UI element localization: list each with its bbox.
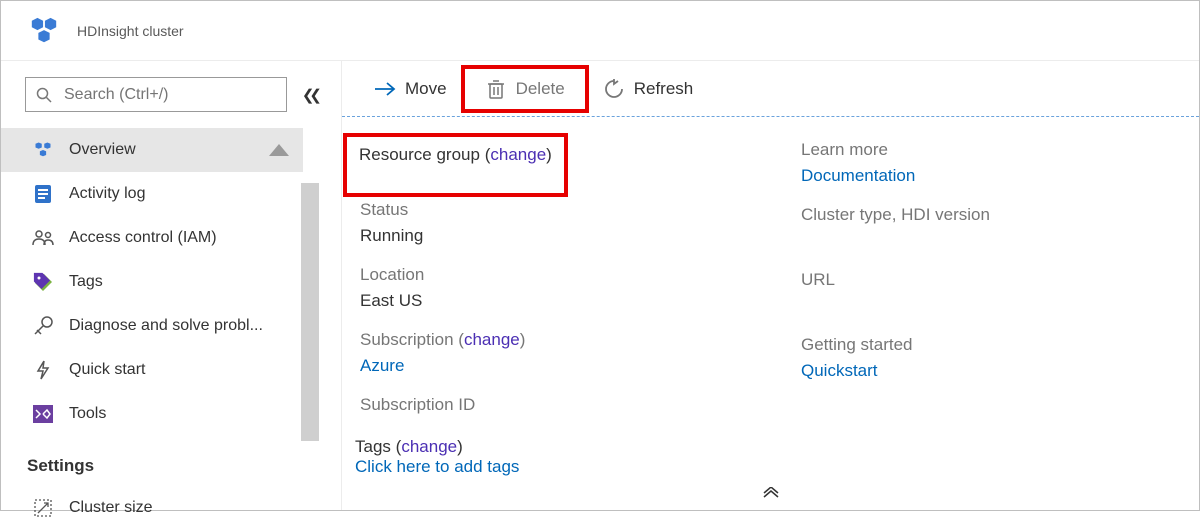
subscription-id-label: Subscription ID [360,392,771,418]
toolbar: Move Delete Refresh [342,61,1199,116]
status-label: Status [360,197,771,223]
sidebar-item-label: Access control (IAM) [69,229,217,247]
app-header: HDInsight cluster [1,1,1199,61]
add-tags-link[interactable]: Click here to add tags [355,457,1199,477]
refresh-label: Refresh [634,79,694,99]
subscription-change-link[interactable]: change [464,330,520,349]
search-input[interactable] [25,77,287,112]
location-value: East US [360,288,771,314]
nav-list: Overview Activity log Access control (IA… [1,128,303,530]
sidebar-item-overview[interactable]: Overview [1,128,303,172]
hdinsight-logo-icon [29,16,59,46]
overview-content: Resource group (change) Status Running L… [342,116,1199,510]
trash-icon [485,78,507,100]
diagnose-icon [31,314,55,338]
sidebar-item-tools[interactable]: Tools [1,392,303,436]
tags-change-link[interactable]: change [401,437,457,456]
move-label: Move [405,79,447,99]
documentation-link[interactable]: Documentation [801,163,990,189]
move-icon [374,78,396,100]
delete-highlight: Delete [461,65,589,113]
sidebar-item-access-control[interactable]: Access control (IAM) [1,216,303,260]
sidebar-item-diagnose[interactable]: Diagnose and solve probl... [1,304,303,348]
collapse-sidebar-icon[interactable]: ❮❮ [295,86,317,104]
status-value: Running [360,223,771,249]
refresh-icon [603,78,625,100]
resource-group-change-link[interactable]: change [490,145,546,164]
sidebar-item-label: Activity log [69,185,145,203]
url-label: URL [801,267,990,293]
sidebar-item-label: Overview [69,141,136,159]
search-icon [36,86,54,104]
delete-button[interactable]: Delete [473,69,577,109]
quickstart-link[interactable]: Quickstart [801,358,990,384]
sidebar-item-label: Quick start [69,361,145,379]
search-field[interactable] [64,86,276,104]
window: HDInsight cluster ❮❮ [0,0,1200,511]
sidebar-item-quick-start[interactable]: Quick start [1,348,303,392]
sidebar-item-tags[interactable]: Tags [1,260,303,304]
overview-icon [31,138,55,162]
collapse-details-icon[interactable] [762,487,780,502]
activity-log-icon [31,182,55,206]
resource-group-highlight: Resource group (change) [343,133,568,197]
sidebar-item-activity-log[interactable]: Activity log [1,172,303,216]
getting-started-label: Getting started [801,332,990,358]
main-panel: Move Delete Refresh [341,61,1199,510]
app-title: HDInsight cluster [77,23,184,39]
subscription-label: Subscription [360,330,454,349]
sidebar-item-cluster-size[interactable]: Cluster size [1,486,303,530]
quick-start-icon [31,358,55,382]
sidebar-item-label: Tools [69,405,106,423]
learn-more-label: Learn more [801,137,990,163]
sidebar-scrollbar[interactable] [301,183,319,441]
refresh-button[interactable]: Refresh [591,69,706,109]
tags-label: Tags [355,437,391,456]
sidebar-item-label: Tags [69,273,103,291]
cluster-type-label: Cluster type, HDI version [801,202,990,228]
delete-label: Delete [516,79,565,99]
body: ❮❮ Overview Activity log [1,61,1199,510]
resource-group-label: Resource group [359,145,480,164]
move-button[interactable]: Move [362,69,459,109]
subscription-value[interactable]: Azure [360,353,771,379]
sidebar: ❮❮ Overview Activity log [1,61,341,510]
cluster-size-icon [31,496,55,520]
sidebar-item-label: Diagnose and solve probl... [69,317,263,335]
location-label: Location [360,262,771,288]
tags-icon [31,270,55,294]
sidebar-item-label: Cluster size [69,499,153,517]
settings-heading: Settings [1,436,303,486]
access-control-icon [31,226,55,250]
tools-icon [31,402,55,426]
